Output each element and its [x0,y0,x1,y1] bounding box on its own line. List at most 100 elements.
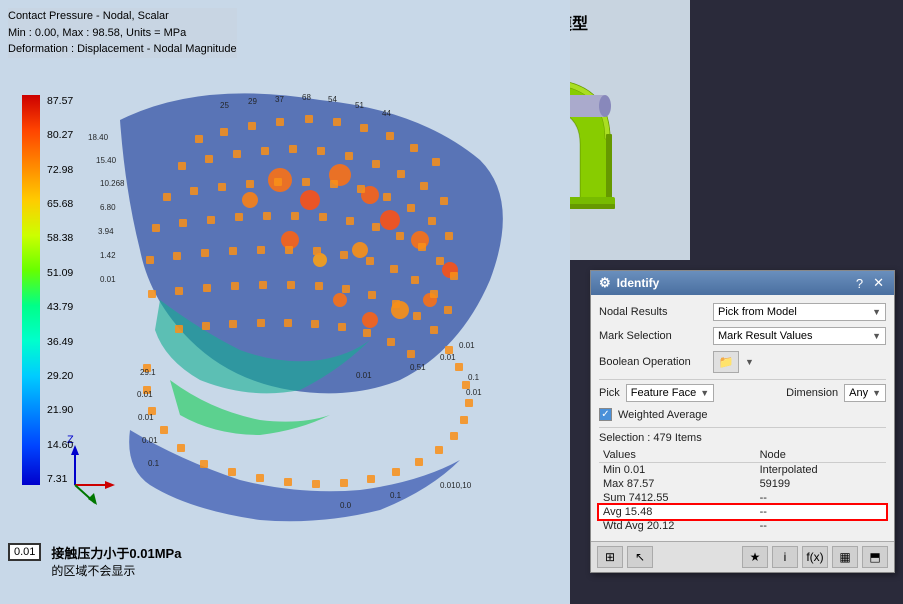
table-row-sum: Sum 7412.55 -- [599,491,886,505]
info-button[interactable]: i [772,546,798,568]
boolean-operation-row: Boolean Operation 📁 ▼ [599,351,886,373]
color-legend: 87.57 80.27 72.98 65.68 58.38 51.09 43.7… [22,95,40,525]
dimension-label: Dimension [786,387,838,399]
selection-info: Selection : 479 Items [599,432,886,444]
svg-text:0.01: 0.01 [100,275,116,284]
nodal-results-label: Nodal Results [599,306,709,318]
avg-node: -- [756,505,886,519]
svg-text:0.01: 0.01 [356,371,372,380]
mark-selection-dropdown[interactable]: Mark Result Values ▼ [713,327,886,345]
nodal-results-dropdown[interactable]: Pick from Model ▼ [713,303,886,321]
divider-1 [599,379,886,380]
panel-header: ⚙ Identify ? ✕ [591,271,894,295]
dimension-arrow: ▼ [872,388,881,398]
pick-label: Pick [599,387,620,399]
svg-text:0.010,10: 0.010,10 [440,481,472,490]
fem-viewport: 18.40 15.40 10.268 6.80 3.94 1.42 0.01 2… [0,0,570,604]
svg-text:0.01: 0.01 [440,353,456,362]
table-row-wtd-avg: Wtd Avg 20.12 -- [599,519,886,533]
boolean-operation-btn[interactable]: 📁 [713,351,739,373]
mark-selection-arrow: ▼ [872,331,881,341]
identify-panel: ⚙ Identify ? ✕ Nodal Results Pick from M… [590,270,895,573]
gear-icon: ⚙ [599,275,611,291]
max-node: 59199 [756,477,886,491]
close-button[interactable]: ✕ [871,275,886,291]
info-line3: Deformation : Displacement - Nodal Magni… [8,41,237,58]
grid-button[interactable]: ⊞ [597,546,623,568]
legend-min-value: 0.01 [14,546,35,558]
svg-text:1.42: 1.42 [100,251,116,260]
panel-body: Nodal Results Pick from Model ▼ Mark Sel… [591,295,894,541]
nodal-results-value: Pick from Model [718,306,797,318]
legend-value-6: 51.09 [47,267,73,279]
results-table: Values Node Min 0.01 Interpolated Max 87… [599,448,886,533]
weighted-avg-checkbox[interactable]: ✓ [599,408,612,421]
panel-header-icons: ? ✕ [854,275,886,291]
help-button[interactable]: ? [854,275,865,291]
fx-button[interactable]: f(x) [802,546,828,568]
star-button[interactable]: ★ [742,546,768,568]
svg-text:54: 54 [328,95,337,104]
dimension-value: Any [849,387,868,399]
svg-text:0.01: 0.01 [142,436,158,445]
legend-min-box: 0.01 [8,543,41,561]
max-value: Max 87.57 [599,477,756,491]
svg-text:0.01: 0.01 [138,413,154,422]
pick-arrow: ▼ [700,388,709,398]
panel-header-left: ⚙ Identify [599,275,659,291]
legend-value-11: 14.60 [47,439,73,451]
table-row-avg: Avg 15.48 -- [599,505,886,519]
avg-value: Avg 15.48 [599,505,756,519]
svg-text:0.51: 0.51 [410,363,426,372]
min-node: Interpolated [756,463,886,478]
legend-labels: 87.57 80.27 72.98 65.68 58.38 51.09 43.7… [47,95,73,485]
dimension-dropdown[interactable]: Any ▼ [844,384,886,402]
min-value: Min 0.01 [599,463,756,478]
boolean-operation-label: Boolean Operation [599,356,709,368]
legend-text-block: 接触压力小于0.01MPa 的区域不会显示 [51,543,181,579]
legend-value-1: 87.57 [47,95,73,107]
col-header-node: Node [756,448,886,463]
svg-text:0.01: 0.01 [137,390,153,399]
sum-node: -- [756,491,886,505]
svg-text:0.0: 0.0 [340,501,352,510]
info-line1: Contact Pressure - Nodal, Scalar [8,8,237,25]
legend-value-2: 80.27 [47,129,73,141]
mark-selection-label: Mark Selection [599,330,709,342]
mark-selection-value: Mark Result Values [718,330,813,342]
legend-value-12: 7.31 [47,473,73,485]
pick-dropdown[interactable]: Feature Face ▼ [626,384,714,402]
svg-text:0.01: 0.01 [466,388,482,397]
svg-text:29.1: 29.1 [140,368,156,377]
cursor-button[interactable]: ↖ [627,546,653,568]
folder-icon: 📁 [719,355,734,369]
panel-footer: ⊞ ↖ ★ i f(x) ▦ ⬒ [591,541,894,572]
svg-text:18.40: 18.40 [88,133,109,142]
svg-text:29: 29 [248,97,257,106]
weighted-avg-row: ✓ Weighted Average [599,408,886,421]
bottom-legend: 0.01 接触压力小于0.01MPa 的区域不会显示 [8,543,181,579]
wtd-avg-value: Wtd Avg 20.12 [599,519,756,533]
legend-value-3: 72.98 [47,164,73,176]
legend-text-line2: 的区域不会显示 [51,562,181,579]
table-row-min: Min 0.01 Interpolated [599,463,886,478]
export-button[interactable]: ⬒ [862,546,888,568]
nodal-results-row: Nodal Results Pick from Model ▼ [599,303,886,321]
svg-text:51: 51 [355,101,364,110]
legend-value-9: 29.20 [47,370,73,382]
mark-selection-row: Mark Selection Mark Result Values ▼ [599,327,886,345]
legend-value-10: 21.90 [47,404,73,416]
nodal-results-arrow: ▼ [872,307,881,317]
table-button[interactable]: ▦ [832,546,858,568]
divider-2 [599,427,886,428]
legend-value-4: 65.68 [47,198,73,210]
svg-text:10.268: 10.268 [100,179,125,188]
wtd-avg-node: -- [756,519,886,533]
legend-value-7: 43.79 [47,301,73,313]
svg-text:15.40: 15.40 [96,156,117,165]
boolean-arrow: ▼ [745,357,754,367]
svg-text:68: 68 [302,93,311,102]
col-header-values: Values [599,448,756,463]
svg-text:0.1: 0.1 [468,373,480,382]
svg-text:6.80: 6.80 [100,203,116,212]
